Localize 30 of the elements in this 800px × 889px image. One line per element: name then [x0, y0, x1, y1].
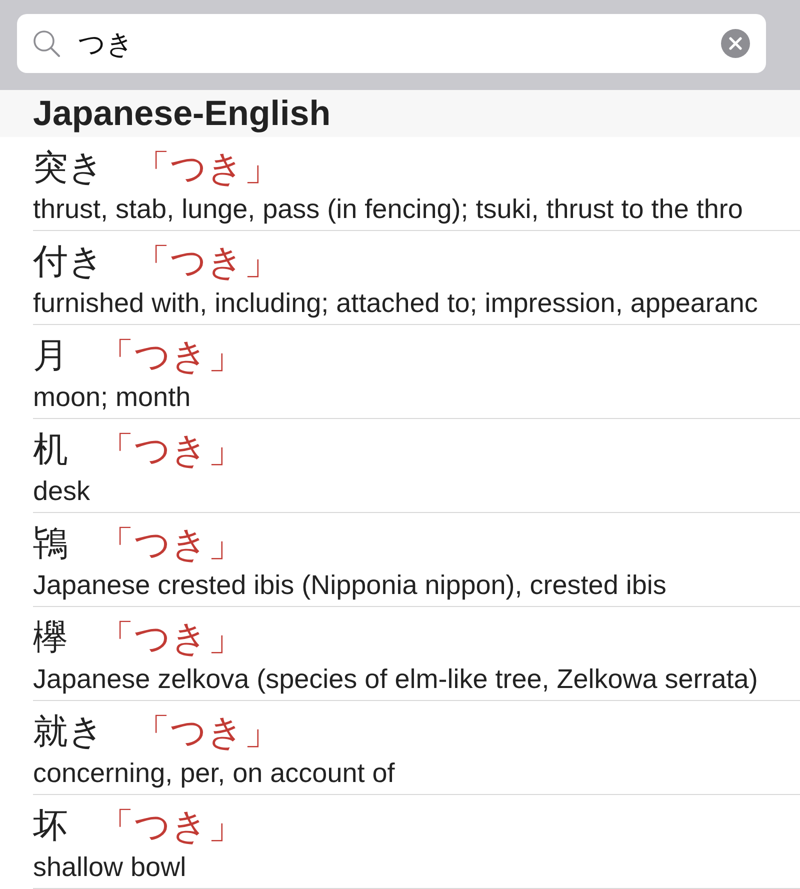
- headword: 鴇: [33, 523, 68, 565]
- headword: 突き: [33, 147, 104, 189]
- search-field[interactable]: つき: [17, 14, 766, 73]
- search-icon: [33, 30, 60, 57]
- gloss: concerning, per, on account of: [33, 757, 395, 789]
- close-icon: [729, 37, 742, 50]
- gloss: shallow bowl: [33, 851, 186, 883]
- reading: 「つき」: [98, 335, 244, 377]
- headword: 机: [33, 429, 68, 471]
- headword: 坏: [33, 805, 68, 847]
- gloss: furnished with, including; attached to; impression, appearanc: [33, 287, 758, 319]
- clear-button[interactable]: [721, 29, 750, 58]
- gloss: Japanese zelkova (species of elm-like tree, Zelkowa serrata): [33, 663, 758, 695]
- reading: 「つき」: [98, 523, 244, 565]
- headword: 付き: [33, 241, 104, 283]
- reading: 「つき」: [134, 711, 280, 753]
- search-input[interactable]: つき: [78, 26, 721, 60]
- gloss: Japanese crested ibis (Nipponia nippon), crested ibis: [33, 569, 666, 601]
- headword: 欅: [33, 617, 68, 659]
- reading: 「つき」: [98, 617, 244, 659]
- section-header: Japanese-English: [0, 90, 800, 137]
- reading: 「つき」: [134, 241, 280, 283]
- gloss: moon; month: [33, 381, 191, 413]
- gloss: thrust, stab, lunge, pass (in fencing); tsuki, thrust to the thro: [33, 193, 743, 225]
- reading: 「つき」: [134, 147, 280, 189]
- headword: 月: [33, 335, 68, 377]
- gloss: desk: [33, 475, 90, 507]
- reading: 「つき」: [98, 805, 244, 847]
- reading: 「つき」: [98, 429, 244, 471]
- headword: 就き: [33, 711, 104, 753]
